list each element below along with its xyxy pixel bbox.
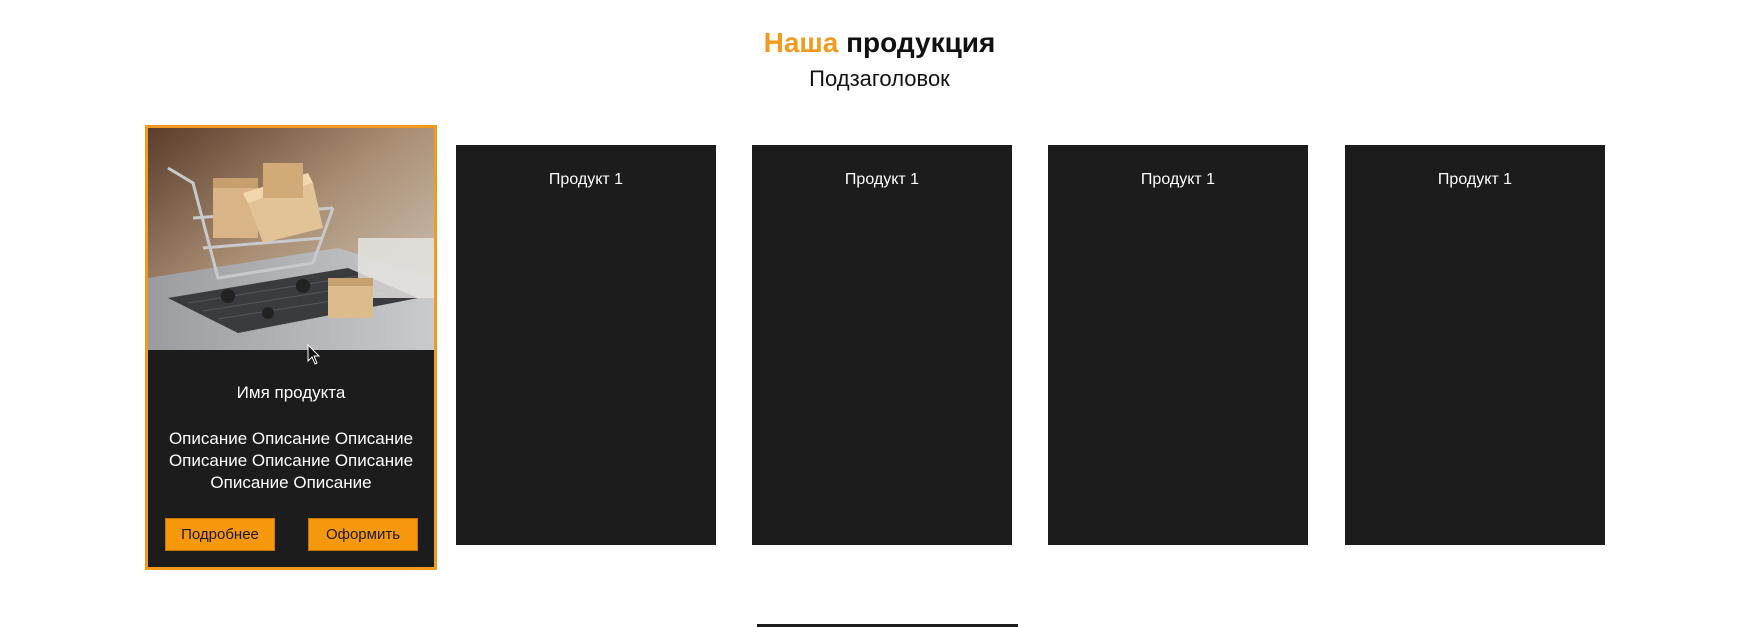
order-button[interactable]: Оформить	[308, 518, 418, 551]
product-image	[148, 128, 434, 350]
section-subtitle: Подзаголовок	[809, 66, 950, 91]
product-card[interactable]: Продукт 1	[752, 145, 1012, 545]
product-card[interactable]: Продукт 1	[1048, 145, 1308, 545]
product-card-title: Продукт 1	[1140, 171, 1216, 188]
section-title: Наша продукция	[0, 26, 1759, 60]
product-card[interactable]: Продукт 1	[456, 145, 716, 545]
product-card[interactable]: Продукт 1	[1345, 145, 1605, 545]
section-title-accent: Наша	[763, 27, 839, 58]
product-card-featured[interactable]: Имя продукта Описание Описание Описание …	[145, 125, 437, 570]
product-card-title: Продукт 1	[844, 171, 920, 188]
mouse-cursor-icon	[307, 344, 321, 365]
product-card-title: Продукт 1	[1437, 171, 1513, 188]
product-photo	[148, 128, 434, 350]
section-title-rest: продукция	[846, 27, 996, 58]
product-name: Имя продукта	[236, 383, 346, 402]
product-description: Описание Описание Описание Описание Опис…	[168, 429, 414, 492]
product-card-title: Продукт 1	[548, 171, 624, 188]
details-button[interactable]: Подробнее	[165, 518, 275, 551]
